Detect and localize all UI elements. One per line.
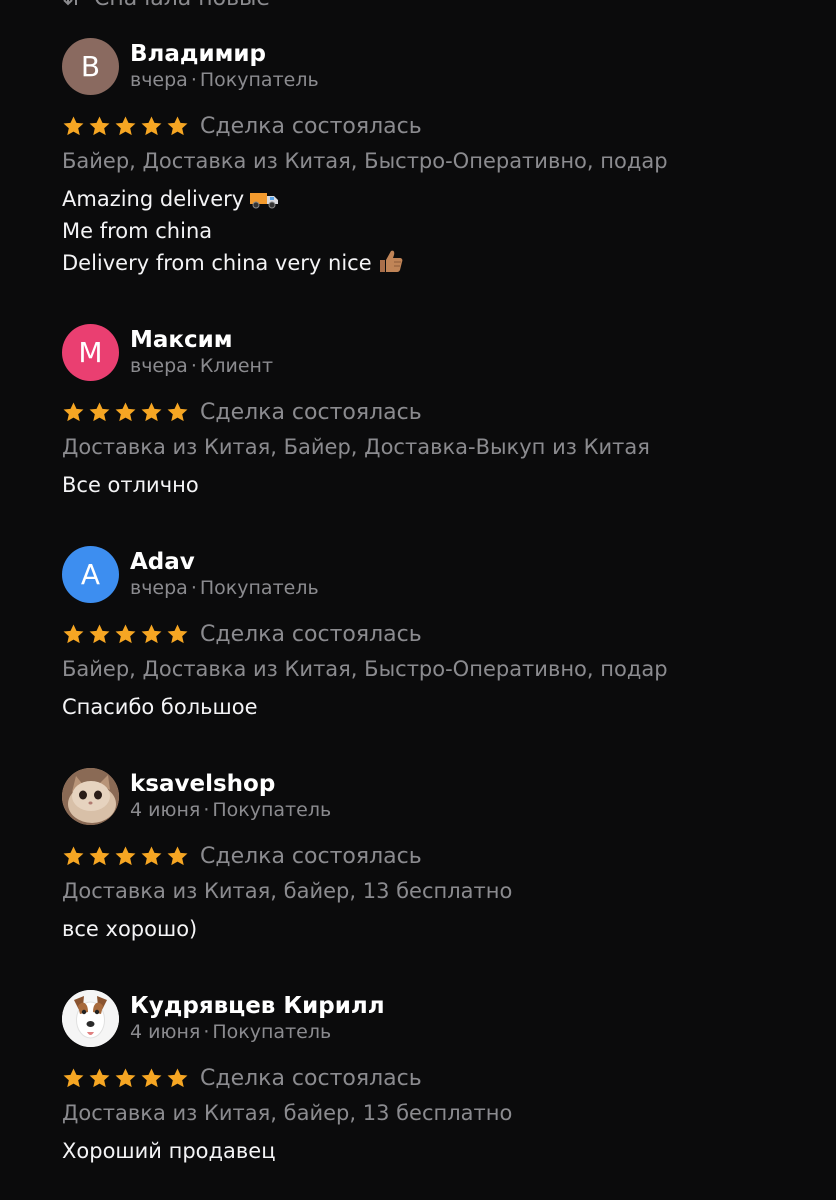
star-rating [62,623,189,646]
author-name[interactable]: Максим [130,326,273,354]
author-name[interactable]: Adav [130,548,319,576]
review-text: Хороший продавец [62,1135,802,1167]
review-meta: вчера · Клиент [130,355,274,377]
cat-photo-avatar[interactable] [62,767,119,825]
author-role: Покупатель [199,577,319,599]
star-icon [89,401,110,421]
review-text: Все отлично [62,469,802,501]
star-icon [115,115,136,135]
avatar-initial: В [80,49,101,83]
sort-label: Сначала новые [94,0,270,11]
star-icon [63,1067,84,1087]
author-name[interactable]: ksavelshop [130,770,331,798]
review-meta: вчера · Покупатель [130,69,319,91]
truck-icon [250,193,279,209]
author-name[interactable]: Владимир [130,40,319,68]
sort-selector[interactable]: Сначала новые [62,0,270,11]
review-date: вчера [130,355,188,377]
rating-row: Сделка состоялась [62,111,802,141]
author-role: Покупатель [212,1021,332,1043]
review-text-line: Amazing delivery [62,187,245,211]
star-icon [141,845,162,865]
author-name[interactable]: Кудрявцев Кирилл [130,992,385,1020]
review-card: ksavelshop 4 июня · Покупатель Сделка сост… [62,767,802,945]
star-icon [141,623,162,643]
star-icon [141,401,162,421]
star-icon [89,623,110,643]
review-text-line: Хороший продавец [62,1139,276,1163]
review-tags: Доставка из Китая, байер, 13 бесплатно [62,1101,513,1125]
review-text-line: Delivery from china very nice [62,251,372,275]
star-icon [167,401,188,421]
star-icon [167,1067,188,1087]
deal-status: Сделка состоялась [200,621,422,647]
review-tags: Доставка из Китая, байер, 13 бесплатно [62,879,513,903]
star-icon [141,1067,162,1087]
star-icon [89,845,110,865]
dog-photo-avatar[interactable] [62,989,119,1047]
rating-row: Сделка состоялась [62,841,802,871]
review-meta: 4 июня · Покупатель [130,1021,332,1043]
dog-photo [62,989,119,1047]
review-meta: 4 июня · Покупатель [130,799,332,821]
review-tags: Доставка из Китая, Байер, Доставка-Выкуп… [62,435,650,459]
star-icon [63,115,84,135]
star-rating [62,845,189,868]
star-rating [62,1067,189,1090]
rating-row: Сделка состоялась [62,1063,802,1093]
review-text-line: Спасибо большое [62,695,258,719]
author-role: Клиент [199,355,274,377]
star-icon [167,845,188,865]
avatar[interactable]: В [62,37,119,95]
avatar[interactable]: A [62,545,119,603]
review-text: Спасибо большое [62,691,802,723]
thumbs-up-icon [379,250,403,272]
star-icon [115,845,136,865]
star-icon [63,845,84,865]
rating-row: Сделка состоялась [62,397,802,427]
deal-status: Сделка состоялась [200,843,422,869]
sort-arrows-icon [63,0,77,6]
review-tags: Байер, Доставка из Китая, Быстро-Операти… [62,149,668,173]
star-icon [141,115,162,135]
star-icon [115,623,136,643]
star-icon [115,1067,136,1087]
cat-photo [62,767,119,825]
star-icon [63,623,84,643]
review-text-line: Me from china [62,219,213,243]
star-icon [89,1067,110,1087]
deal-status: Сделка состоялась [200,1065,422,1091]
star-rating [62,401,189,424]
review-card: М Максим вчера · Клиент Сделка состоялась … [62,323,802,501]
review-card: Кудрявцев Кирилл 4 июня · Покупатель Сделк… [62,989,802,1167]
review-text: все хорошо) [62,913,802,945]
star-icon [115,401,136,421]
avatar-initial: A [80,557,101,591]
star-icon [63,401,84,421]
review-tags: Байер, Доставка из Китая, Быстро-Операти… [62,657,668,681]
star-icon [89,115,110,135]
star-rating [62,115,189,138]
review-text-line: Все отлично [62,473,199,497]
star-icon [167,623,188,643]
review-date: вчера [130,577,188,599]
author-role: Покупатель [212,799,332,821]
rating-row: Сделка состоялась [62,619,802,649]
avatar[interactable]: М [62,323,119,381]
author-role: Покупатель [199,69,319,91]
review-meta: вчера · Покупатель [130,577,319,599]
deal-status: Сделка состоялась [200,399,422,425]
avatar-initial: М [78,335,103,369]
review-date: вчера [130,69,188,91]
review-date: 4 июня [130,799,201,821]
review-card: В Владимир вчера · Покупатель Сделка состо… [62,37,802,279]
review-text-line: все хорошо) [62,917,198,941]
review-date: 4 июня [130,1021,201,1043]
star-icon [167,115,188,135]
review-card: A Adav вчера · Покупатель Сделка состоялас… [62,545,802,723]
deal-status: Сделка состоялась [200,113,422,139]
review-text: Amazing delivery Me from china Delivery … [62,183,802,279]
